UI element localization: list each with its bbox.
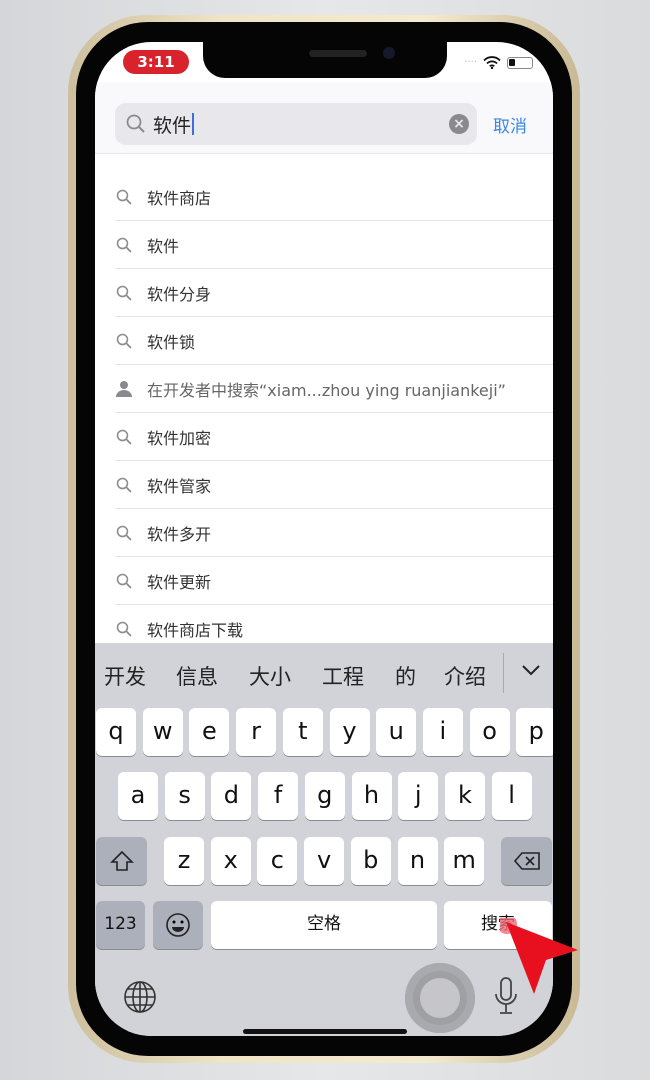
suggestion-label: 软件加密: [147, 428, 212, 448]
suggestion-item[interactable]: 软件商店: [115, 173, 553, 221]
key-s[interactable]: s: [164, 772, 205, 820]
key-q[interactable]: q: [96, 708, 136, 756]
backspace-icon: [513, 852, 540, 870]
suggestion-label: 软件商店: [147, 188, 212, 208]
text-cursor: [192, 113, 195, 135]
clear-icon[interactable]: ×: [449, 114, 469, 134]
candidate-word[interactable]: 开发: [104, 661, 146, 691]
key-x[interactable]: x: [210, 837, 251, 885]
suggestion-item[interactable]: 软件锁: [115, 317, 553, 365]
space-key[interactable]: 空格: [211, 901, 437, 949]
key-a[interactable]: a: [118, 772, 158, 820]
chevron-down-icon[interactable]: [520, 663, 542, 677]
shift-icon: [109, 850, 134, 871]
candidate-separator: [503, 653, 504, 693]
key-e[interactable]: e: [189, 708, 230, 756]
suggestion-label: 在开发者中搜索“xiam...zhou ying ruanjiankeji”: [147, 380, 506, 400]
keyboard: 开发 信息 大小 工程 的介绍 q w e r t y u i o p a s d f g h j k l z x c v b n m 12…: [95, 643, 553, 1036]
key-b[interactable]: b: [350, 837, 391, 885]
suggestion-item[interactable]: 软件加密: [115, 413, 553, 461]
key-k[interactable]: k: [444, 772, 485, 820]
suggestion-label: 软件管家: [147, 476, 212, 496]
numbers-key[interactable]: 123: [96, 901, 145, 949]
key-j[interactable]: j: [398, 772, 439, 820]
candidate-bar: 开发 信息 大小 工程 的介绍: [95, 643, 553, 705]
candidate-word[interactable]: 介绍: [444, 661, 486, 691]
search-icon: [116, 477, 132, 493]
search-header: 软件 × 取消: [95, 82, 553, 154]
key-o[interactable]: o: [469, 708, 510, 756]
key-l[interactable]: l: [491, 772, 532, 820]
key-f[interactable]: f: [258, 772, 299, 820]
suggestion-item[interactable]: 在开发者中搜索“xiam...zhou ying ruanjiankeji”: [115, 365, 553, 413]
suggestion-item[interactable]: 软件管家: [115, 461, 553, 509]
key-t[interactable]: t: [282, 708, 323, 756]
search-icon: [116, 285, 132, 301]
speaker: [309, 50, 367, 57]
battery-icon: [507, 56, 533, 69]
key-p[interactable]: p: [516, 708, 553, 756]
emoji-icon: [166, 913, 190, 937]
search-icon: [116, 429, 132, 445]
search-icon: [116, 189, 132, 205]
notch: [203, 42, 447, 78]
phone-screen: 软件 × 取消 软件商店 软件 软件分身 软件锁 在开发者中搜索“xiam...zhou…: [95, 42, 553, 1036]
search-icon: [126, 114, 145, 133]
search-icon: [116, 237, 132, 253]
suggestion-label: 软件多开: [147, 524, 212, 544]
candidate-word[interactable]: 大小: [249, 661, 291, 691]
suggestion-item[interactable]: 软件更新: [115, 557, 553, 605]
search-value: 软件: [153, 114, 192, 137]
search-icon: [116, 573, 132, 589]
signal-icon: ····: [464, 57, 477, 68]
key-g[interactable]: g: [304, 772, 345, 820]
assistive-touch-button[interactable]: [405, 963, 475, 1033]
home-indicator: [243, 1029, 407, 1034]
key-y[interactable]: y: [329, 708, 370, 756]
suggestion-label: 软件: [147, 236, 180, 256]
candidate-word[interactable]: 信息: [176, 661, 218, 691]
cancel-button[interactable]: 取消: [493, 112, 527, 137]
suggestion-item[interactable]: 软件: [115, 221, 553, 269]
suggestion-label: 软件商店下载: [147, 620, 244, 640]
status-time: 3:11: [123, 50, 189, 74]
delete-key[interactable]: [501, 837, 552, 885]
search-icon: [116, 525, 132, 541]
search-icon: [116, 333, 132, 349]
pointer-cursor-icon: [500, 918, 578, 994]
suggestion-item[interactable]: 软件多开: [115, 509, 553, 557]
status-icons: ····: [464, 56, 533, 69]
search-input[interactable]: 软件 ×: [115, 103, 477, 145]
suggestion-label: 软件锁: [147, 332, 196, 352]
suggestion-label: 软件分身: [147, 284, 212, 304]
key-i[interactable]: i: [422, 708, 463, 756]
key-m[interactable]: m: [444, 837, 485, 885]
key-v[interactable]: v: [304, 837, 345, 885]
search-icon: [116, 621, 132, 637]
key-w[interactable]: w: [142, 708, 183, 756]
key-u[interactable]: u: [376, 708, 417, 756]
suggestion-label: 软件更新: [147, 572, 212, 592]
candidate-word[interactable]: 工程: [322, 661, 364, 691]
suggestion-item[interactable]: 软件分身: [115, 269, 553, 317]
key-c[interactable]: c: [257, 837, 298, 885]
person-icon: [116, 380, 132, 397]
globe-icon[interactable]: [123, 980, 157, 1014]
shift-key[interactable]: [96, 837, 147, 885]
key-h[interactable]: h: [351, 772, 392, 820]
key-z[interactable]: z: [164, 837, 204, 885]
key-r[interactable]: r: [236, 708, 277, 756]
wifi-icon: [483, 56, 501, 69]
camera: [383, 47, 395, 59]
emoji-key[interactable]: [153, 901, 203, 949]
candidate-word[interactable]: 的: [395, 661, 416, 691]
key-d[interactable]: d: [211, 772, 252, 820]
key-n[interactable]: n: [397, 837, 438, 885]
